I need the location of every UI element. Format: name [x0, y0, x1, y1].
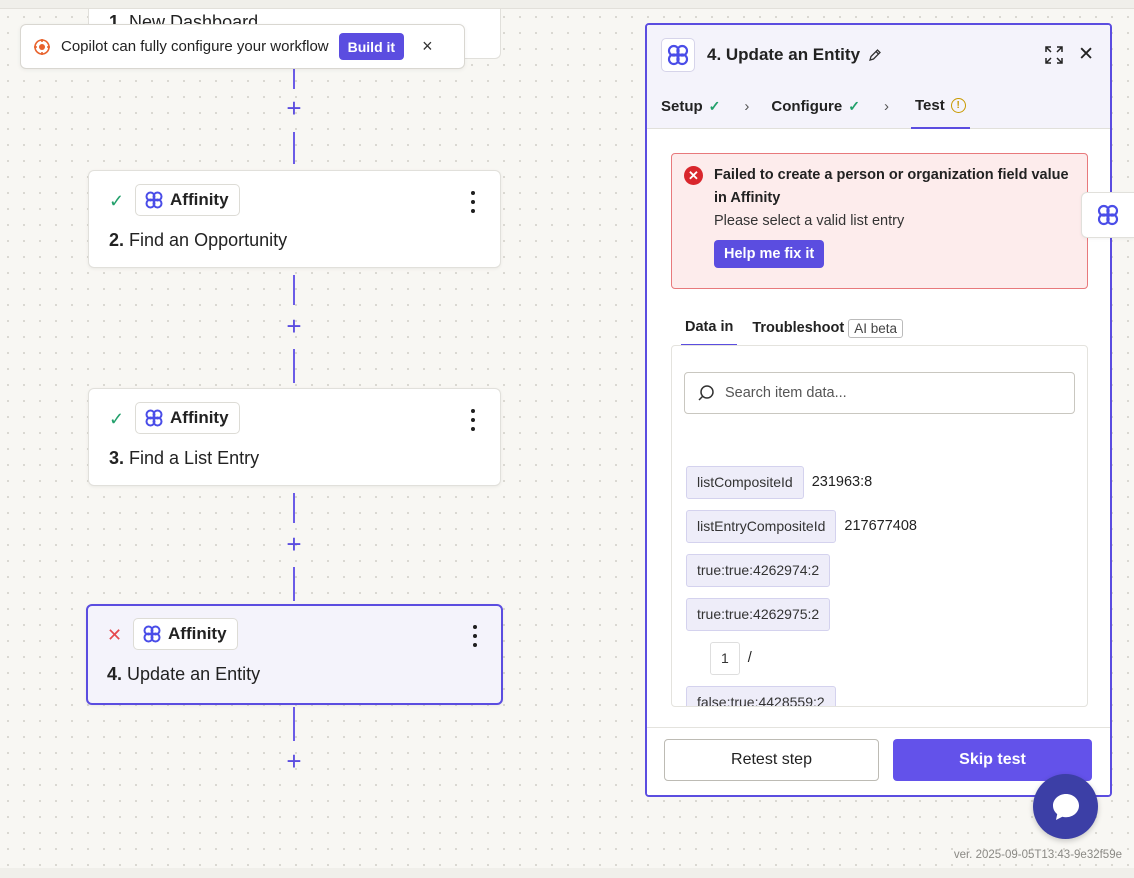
connector-line — [293, 349, 295, 383]
success-check-icon: ✓ — [109, 191, 125, 211]
step-title: 2. Find an Opportunity — [109, 230, 288, 250]
data-value: / — [747, 650, 752, 666]
data-key[interactable]: listCompositeId — [686, 465, 804, 499]
list-item[interactable]: false:true:4428559:2 — [686, 680, 917, 706]
step-card-2[interactable]: ✓ Affinity 2. Find an Opportunity — [88, 170, 501, 268]
add-step-button[interactable]: + — [283, 313, 305, 339]
data-key[interactable]: listEntryCompositeId — [686, 509, 837, 543]
app-chip-affinity: Affinity — [135, 402, 240, 434]
retest-step-button[interactable]: Retest step — [664, 739, 879, 781]
panel-tabs: Setup ✓ › Configure ✓ › Test! — [647, 85, 1110, 129]
chat-support-button[interactable] — [1033, 774, 1098, 839]
add-step-button[interactable]: + — [283, 531, 305, 557]
step-menu-button[interactable] — [468, 409, 478, 431]
check-icon: ✓ — [848, 98, 860, 114]
step-title: 3. Find a List Entry — [109, 448, 260, 468]
tab-test[interactable]: Test! — [910, 85, 970, 129]
step-detail-panel: 4. Update an Entity ✕ Setup ✓ › Configure… — [645, 23, 1112, 797]
app-chip-affinity: Affinity — [135, 184, 240, 216]
copilot-banner: Copilot can fully configure your workflo… — [20, 24, 465, 69]
error-x-icon: ✕ — [107, 625, 123, 645]
connector-line — [293, 493, 295, 523]
step-card-4[interactable]: ✕ Affinity 4. Update an Entity — [86, 604, 503, 705]
data-key[interactable]: true:true:4262975:2 — [686, 597, 831, 631]
copilot-message: Copilot can fully configure your workflo… — [61, 38, 329, 55]
step-title: 4. Update an Entity — [107, 664, 261, 684]
error-message: Please select a valid list entry — [714, 213, 905, 229]
side-app-tab[interactable] — [1081, 192, 1134, 238]
tab-troubleshoot[interactable]: Troubleshoot AI beta — [748, 310, 907, 346]
tab-data-in[interactable]: Data in — [681, 310, 738, 346]
chevron-right-icon: › — [883, 98, 889, 115]
build-it-button[interactable]: Build it — [338, 33, 405, 60]
search-box[interactable] — [684, 372, 1075, 414]
app-name: Affinity — [168, 624, 227, 643]
warning-icon: ! — [950, 98, 966, 113]
check-icon: ✓ — [708, 98, 721, 114]
search-input[interactable] — [725, 385, 1055, 401]
data-key[interactable]: false:true:4428559:2 — [686, 685, 836, 706]
data-subtabs: Data in Troubleshoot AI beta — [681, 310, 907, 346]
panel-title: 4. Update an Entity — [707, 45, 861, 64]
list-item[interactable]: true:true:4262975:2 — [686, 592, 917, 636]
affinity-logo-icon — [1097, 204, 1119, 226]
add-step-button[interactable]: + — [283, 95, 305, 121]
panel-header: 4. Update an Entity ✕ — [647, 25, 1110, 85]
copilot-icon — [34, 38, 50, 55]
step-menu-button[interactable] — [468, 191, 478, 213]
affinity-logo-icon — [145, 191, 163, 209]
success-check-icon: ✓ — [109, 409, 125, 429]
step-menu-button[interactable] — [470, 625, 480, 647]
app-chip-affinity: Affinity — [133, 618, 238, 650]
search-icon — [698, 385, 714, 401]
data-key[interactable]: 1 — [710, 641, 740, 675]
connector-line — [293, 132, 295, 164]
connector-line — [293, 69, 295, 89]
error-title: Failed to create a person or organizatio… — [714, 167, 1069, 206]
step-card-3[interactable]: ✓ Affinity 3. Find a List Entry — [88, 388, 501, 486]
affinity-logo-icon — [143, 625, 161, 643]
expand-icon[interactable] — [1044, 45, 1064, 65]
chat-icon — [1052, 793, 1079, 820]
connector-line — [293, 275, 295, 305]
chevron-right-icon: › — [744, 98, 750, 115]
data-value: 217677408 — [844, 518, 917, 534]
data-in-list: listCompositeId 231963:8 listEntryComposi… — [671, 345, 1088, 707]
connector-line — [293, 567, 295, 601]
list-item[interactable]: listCompositeId 231963:8 — [686, 460, 917, 504]
help-me-fix-button[interactable]: Help me fix it — [714, 240, 825, 268]
add-step-button[interactable]: + — [283, 748, 305, 774]
tab-setup[interactable]: Setup ✓ — [661, 85, 720, 129]
affinity-logo-icon — [661, 38, 695, 72]
close-icon[interactable]: ✕ — [1078, 43, 1094, 66]
edit-pencil-icon[interactable] — [868, 48, 882, 62]
data-rows: listCompositeId 231963:8 listEntryComposi… — [686, 460, 917, 706]
close-icon[interactable]: × — [422, 36, 433, 57]
affinity-logo-icon — [145, 409, 163, 427]
list-item[interactable]: 1/ — [686, 636, 917, 680]
app-name: Affinity — [170, 408, 229, 427]
data-key[interactable]: true:true:4262974:2 — [686, 553, 831, 587]
data-value: 231963:8 — [811, 474, 873, 490]
list-item[interactable]: true:true:4262974:2 — [686, 548, 917, 592]
error-icon: ✕ — [684, 166, 703, 185]
app-name: Affinity — [170, 190, 229, 209]
version-label: ver. 2025-09-05T13:43-9e32f59e — [953, 849, 1122, 861]
tab-configure[interactable]: Configure ✓ — [771, 85, 860, 129]
ai-beta-badge: AI beta — [848, 318, 903, 338]
list-item[interactable]: listEntryCompositeId 217677408 — [686, 504, 917, 548]
error-alert: ✕ Failed to create a person or organizat… — [671, 153, 1088, 289]
connector-line — [293, 707, 295, 741]
